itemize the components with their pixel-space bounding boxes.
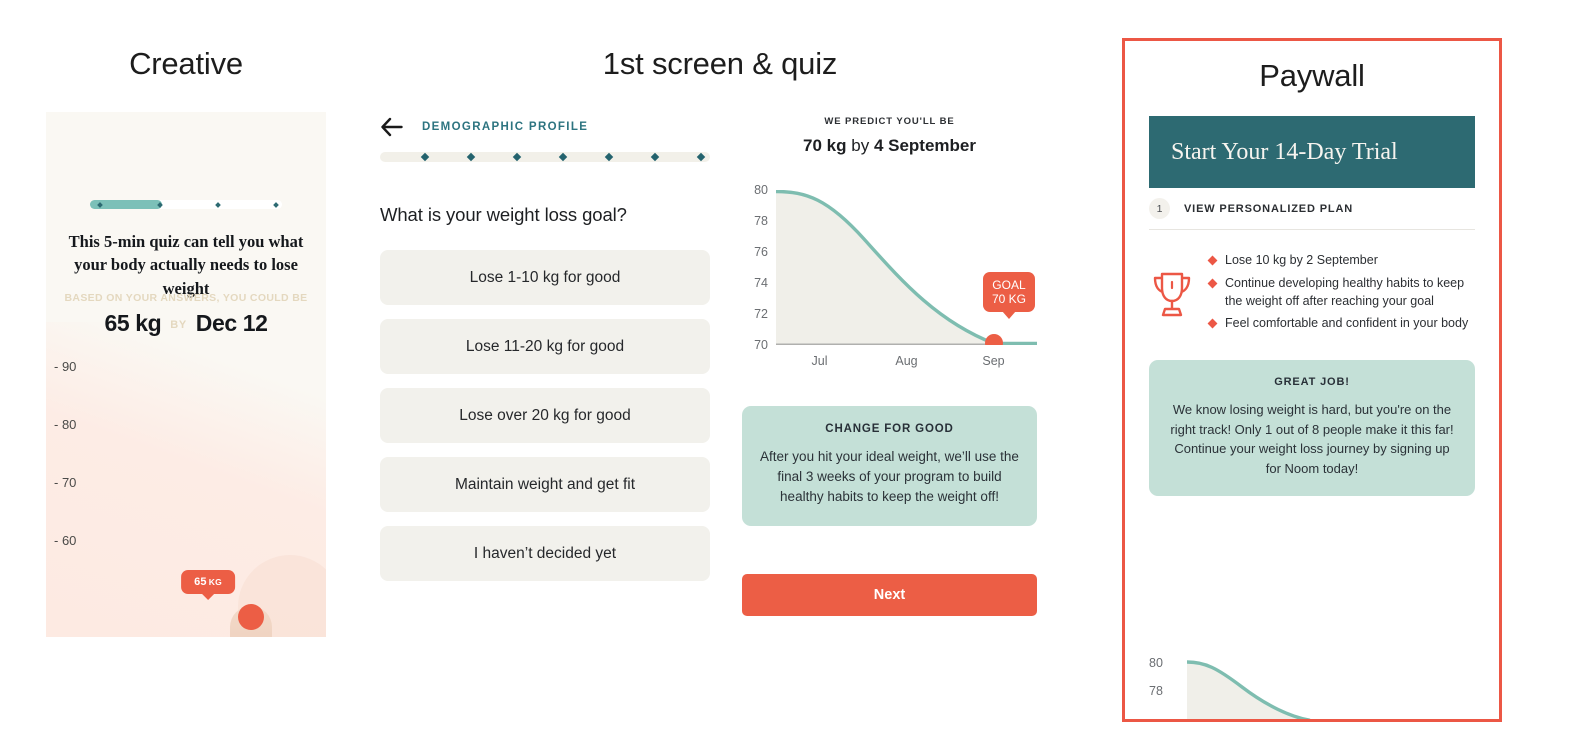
benefit-item: Feel comfortable and confident in your b… — [1207, 315, 1475, 333]
predict-title: 70 kg by 4 September — [742, 136, 1037, 156]
panel-paywall: Paywall Start Your 14-Day Trial 1 VIEW P… — [1122, 38, 1502, 722]
predict-eyebrow: WE PREDICT YOU'LL BE — [824, 116, 955, 127]
creative-figure-row: 65 kg BY Dec 12 — [46, 310, 326, 337]
creative-headline: This 5-min quiz can tell you what your b… — [68, 232, 304, 298]
quiz-step-label: DEMOGRAPHIC PROFILE — [422, 121, 589, 133]
benefits-section: Lose 10 kg by 2 September Continue devel… — [1149, 252, 1475, 338]
diamond-bullet-icon — [1207, 278, 1218, 289]
y-tick: 76 — [754, 245, 768, 259]
quiz-progress-dot — [604, 152, 614, 162]
chart-x-axis: Jul Aug Sep — [776, 354, 1037, 368]
benefit-text: Feel comfortable and confident in your b… — [1225, 316, 1469, 331]
chart-goal-point — [985, 334, 1003, 345]
back-arrow-icon[interactable] — [380, 116, 404, 138]
tooltip-unit: KG — [208, 577, 222, 587]
axis-tick: - 90 — [54, 359, 77, 374]
change-card-body: After you hit your ideal weight, we’ll u… — [760, 449, 1019, 504]
benefit-item: Lose 10 kg by 2 September — [1207, 252, 1475, 270]
creative-progress-bar[interactable] — [90, 200, 282, 209]
trial-banner-text: Start Your 14-Day Trial — [1171, 138, 1398, 165]
creative-phone-card: This 5-min quiz can tell you what your b… — [46, 112, 326, 637]
quiz-progress-bar[interactable] — [380, 152, 710, 162]
trial-banner[interactable]: Start Your 14-Day Trial — [1149, 116, 1475, 188]
panel-creative: Creative This 5-min quiz can tell you wh… — [46, 46, 326, 706]
benefit-item: Continue developing healthy habits to ke… — [1207, 275, 1475, 311]
x-tick: Jul — [811, 354, 828, 368]
y-tick: 78 — [754, 214, 768, 228]
creative-chart-yaxis: - 90 - 80 - 70 - 60 — [54, 360, 114, 592]
goal-bubble: GOAL 70 KG — [982, 272, 1035, 313]
trophy-icon — [1153, 272, 1191, 317]
creative-by-label: BY — [170, 319, 187, 331]
predict-by: by — [851, 136, 870, 155]
plan-step-number: 1 — [1149, 198, 1170, 219]
quiz-question: What is your weight loss goal? — [380, 204, 627, 225]
change-for-good-card: CHANGE FOR GOOD After you hit your ideal… — [742, 406, 1037, 526]
creative-subhead: BASED ON YOUR ANSWERS, YOU COULD BE — [64, 292, 308, 304]
great-job-card: GREAT JOB! We know losing weight is hard… — [1149, 360, 1475, 496]
view-personalized-plan-row[interactable]: 1 VIEW PERSONALIZED PLAN — [1149, 188, 1475, 230]
y-tick: 70 — [754, 338, 768, 352]
quiz-progress-dot — [696, 152, 706, 162]
benefit-text: Lose 10 kg by 2 September — [1225, 253, 1378, 267]
x-tick: Aug — [895, 354, 918, 368]
quiz-progress-dot — [420, 152, 430, 162]
x-tick: Sep — [982, 354, 1005, 368]
quiz-option-4[interactable]: Maintain weight and get fit — [380, 457, 710, 512]
quiz-progress-dot — [466, 152, 476, 162]
goal-bubble-line2: 70 KG — [991, 292, 1026, 307]
diamond-bullet-icon — [1207, 255, 1218, 266]
next-button[interactable]: Next — [742, 573, 1037, 616]
screenshot-root: Creative This 5-min quiz can tell you wh… — [0, 0, 1585, 741]
axis-tick: - 70 — [54, 475, 77, 490]
panel-quiz: 1st screen & quiz DEMOGRAPHIC PROFILE Wh… — [380, 46, 1060, 706]
goal-bubble-line1: GOAL — [992, 278, 1026, 292]
axis-tick: - 60 — [54, 533, 77, 548]
chart-plot-svg — [776, 190, 1037, 345]
benefits-list: Lose 10 kg by 2 September Continue devel… — [1207, 252, 1475, 338]
change-card-title: CHANGE FOR GOOD — [825, 423, 954, 435]
quiz-progress-dot — [650, 152, 660, 162]
y-tick: 74 — [754, 276, 768, 290]
quiz-option-3[interactable]: Lose over 20 kg for good — [380, 388, 710, 443]
axis-tick: - 80 — [54, 417, 77, 432]
quiz-header: DEMOGRAPHIC PROFILE — [380, 116, 710, 138]
chart-area-fill — [776, 190, 994, 345]
prediction-chart: 80 78 76 74 72 70 GOAL 70 KG Jul Aug Sep — [742, 183, 1037, 380]
benefit-text: Continue developing healthy habits to ke… — [1225, 275, 1465, 308]
prediction-column: WE PREDICT YOU'LL BE 70 kg by 4 Septembe… — [742, 116, 1037, 616]
panel-quiz-title: 1st screen & quiz — [602, 46, 838, 81]
panel-creative-title: Creative — [129, 46, 243, 81]
predict-weight: 70 kg — [803, 136, 847, 155]
creative-weight-tooltip: 65 KG — [181, 570, 235, 594]
paywall-chart: 80 78 — [1149, 647, 1479, 719]
quiz-column: DEMOGRAPHIC PROFILE What is your weight … — [380, 116, 710, 616]
y-tick: 72 — [754, 307, 768, 321]
tooltip-value: 65 — [194, 576, 207, 588]
great-job-title: GREAT JOB! — [1274, 376, 1350, 388]
y-tick: 80 — [754, 183, 768, 197]
paywall-y-tick: 80 — [1149, 656, 1163, 670]
diamond-bullet-icon — [1207, 318, 1218, 329]
chart-y-axis: 80 78 76 74 72 70 — [742, 183, 768, 352]
quiz-option-5[interactable]: I haven’t decided yet — [380, 526, 710, 581]
quiz-progress-dot — [558, 152, 568, 162]
quiz-option-1[interactable]: Lose 1-10 kg for good — [380, 250, 710, 305]
creative-weight-value: 65 kg — [104, 310, 162, 336]
great-job-body: We know losing weight is hard, but you'r… — [1170, 402, 1454, 476]
plan-step-label: VIEW PERSONALIZED PLAN — [1184, 202, 1354, 215]
creative-date-value: Dec 12 — [195, 310, 268, 336]
paywall-chart-svg — [1187, 660, 1311, 719]
paywall-y-tick: 78 — [1149, 684, 1163, 698]
quiz-option-2[interactable]: Lose 11-20 kg for good — [380, 319, 710, 374]
predict-date: 4 September — [873, 136, 976, 155]
panel-paywall-title: Paywall — [1259, 58, 1365, 93]
quiz-progress-dot — [512, 152, 522, 162]
creative-goal-dot — [238, 604, 264, 630]
